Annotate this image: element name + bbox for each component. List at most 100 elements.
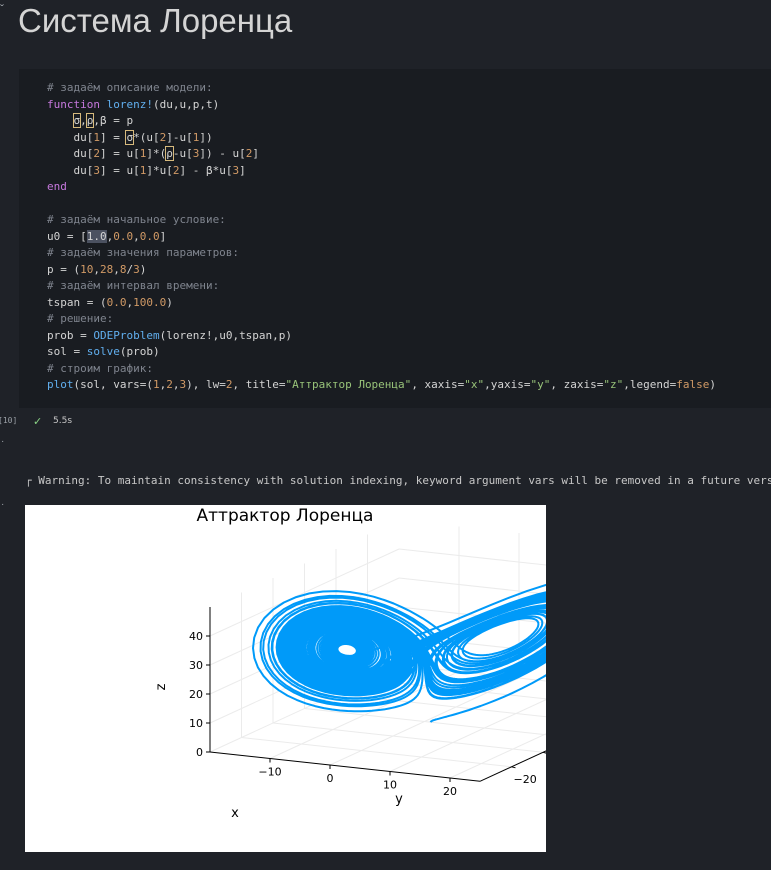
code-token: end — [47, 180, 67, 193]
code-token: , xaxis= — [411, 378, 465, 391]
code-token: 3 — [93, 163, 100, 177]
code-token: , — [80, 114, 87, 127]
code-token: 0.0 — [106, 295, 127, 309]
code-token: 100.0 — [133, 295, 167, 309]
code-token: , — [133, 229, 140, 243]
code-token: "y" — [530, 378, 551, 391]
code-cell[interactable]: # задаём описание модели: function lorenz… — [19, 69, 771, 408]
code-line: tspan = (0.0,100.0) — [47, 295, 716, 312]
code-line: plot(sol, vars=(1,2,3), lw=2, title="Атт… — [47, 377, 716, 394]
code-token: ] - β*u[ — [179, 163, 233, 177]
code-token: , zaxis= — [550, 378, 604, 391]
code-token: 2 — [93, 147, 100, 160]
plot-output: Аттрактор Лоренца 0 10 20 30 40 −10 0 10 20 −20 −1… — [25, 505, 546, 852]
code-token: (prob) — [119, 345, 160, 358]
code-line: # строим график: — [47, 361, 716, 378]
grid-line — [389, 699, 546, 772]
grid-line — [398, 548, 546, 566]
code-token: "Аттрактор Лоренца" — [285, 378, 412, 391]
x-tick-label: −10 — [258, 766, 281, 779]
code-line: # решение: — [47, 311, 716, 328]
collapse-chevron-icon[interactable]: ˇ — [0, 2, 4, 16]
markdown-heading: Система Лоренца — [18, 2, 293, 39]
code-token: 28 — [100, 262, 114, 276]
code-token: 0.0 — [139, 229, 160, 243]
code-line: # задаём значения параметров: — [47, 245, 716, 262]
code-token: ] — [252, 147, 259, 160]
code-token: ]-u[ — [166, 130, 193, 144]
code-token: # задаём значения параметров: — [47, 246, 240, 259]
code-token: ] = u[ — [99, 163, 140, 177]
code-token: 0.0 — [113, 229, 134, 243]
z-tick-label: 10 — [189, 717, 203, 730]
code-token: , title= — [232, 378, 286, 391]
trajectory-line — [252, 583, 546, 723]
output-marker-dot[interactable]: · — [1, 436, 4, 447]
x-tick-label: 20 — [443, 785, 457, 798]
code-token: ,β = p — [93, 114, 134, 127]
y-tick — [542, 751, 546, 754]
code-line: function lorenz!(du,u,p,t) — [47, 97, 716, 114]
code-line: σ,ρ,β = p — [47, 113, 716, 130]
code-token: ] = u[ — [99, 147, 140, 160]
code-token: , — [93, 262, 100, 276]
success-check-icon: ✓ — [33, 416, 43, 428]
code-token: sol = — [47, 345, 87, 358]
code-token: ]) - u[ — [199, 147, 246, 160]
code-line: p = (10,28,8/3) — [47, 262, 716, 279]
code-token: ODEProblem — [93, 328, 160, 342]
y-axis-label: y — [395, 792, 403, 807]
code-editor[interactable]: # задаём описание модели: function lorenz… — [47, 80, 716, 394]
code-token: (lorenz!,u0,tspan,p) — [159, 328, 293, 342]
x-tick-label: 0 — [327, 772, 334, 785]
code-line: du[1] = σ*(u[2]-u[1]) — [47, 129, 716, 147]
z-tick-label: 0 — [196, 746, 203, 759]
warning-line: ┌ Warning: To maintain consistency with … — [25, 474, 771, 487]
z-tick-label: 30 — [189, 659, 203, 672]
code-line: du[3] = u[1]*u[2] - β*u[3] — [47, 163, 716, 180]
grid-line — [241, 737, 512, 768]
code-token: false — [676, 378, 710, 391]
code-token: du[ — [47, 163, 94, 177]
code-token: u0 = [ — [47, 229, 87, 243]
lorenz-3d-plot: Аттрактор Лоренца 0 10 20 30 40 −10 0 10 20 −20 −1… — [154, 506, 546, 821]
code-token: # решение: — [47, 312, 114, 325]
code-line: end — [47, 179, 716, 196]
code-token: # задаём интервал времени: — [47, 279, 220, 292]
y-tick-label: −10 — [545, 758, 546, 771]
code-token: ) — [709, 378, 716, 391]
z-axis-label: z — [154, 683, 169, 690]
code-token: solve — [86, 345, 120, 358]
code-token: du[ — [47, 130, 94, 144]
x-axis-line — [209, 751, 481, 782]
code-token: tspan = ( — [47, 295, 107, 309]
code-token: "x" — [464, 378, 485, 391]
code-token: ]) — [199, 130, 213, 144]
code-token: , — [113, 262, 120, 276]
code-token: 2 — [166, 378, 173, 391]
code-token: ,yaxis= — [484, 378, 531, 391]
code-token: # строим график: — [47, 361, 153, 375]
code-token: (sol, vars=( — [73, 378, 153, 391]
code-token: ρ — [165, 146, 174, 161]
code-line: u0 = [1.0,0.0,0.0] — [47, 229, 716, 246]
code-token: # задаём начальное условие: — [47, 213, 226, 226]
z-tick-label: 20 — [189, 688, 203, 701]
code-token: ,legend= — [623, 378, 677, 391]
execution-duration: 5.5s — [53, 416, 73, 426]
code-token: *(u[ — [133, 130, 160, 144]
notebook-view: ˇ Система Лоренца # задаём описание моде… — [0, 0, 771, 870]
output-marker-dot[interactable]: · — [1, 499, 4, 510]
code-token: lorenz! — [106, 97, 153, 111]
code-token: du[ — [47, 147, 94, 160]
code-token: ) — [139, 262, 147, 276]
trajectory — [252, 583, 546, 723]
code-token: p = ( — [47, 262, 81, 276]
code-token: ] — [239, 163, 246, 177]
code-token: ] = — [99, 130, 127, 144]
code-line: sol = solve(prob) — [47, 344, 716, 361]
code-token: 8 — [119, 262, 127, 276]
code-line: # задаём описание модели: — [47, 80, 716, 97]
code-token: 10 — [80, 262, 94, 276]
